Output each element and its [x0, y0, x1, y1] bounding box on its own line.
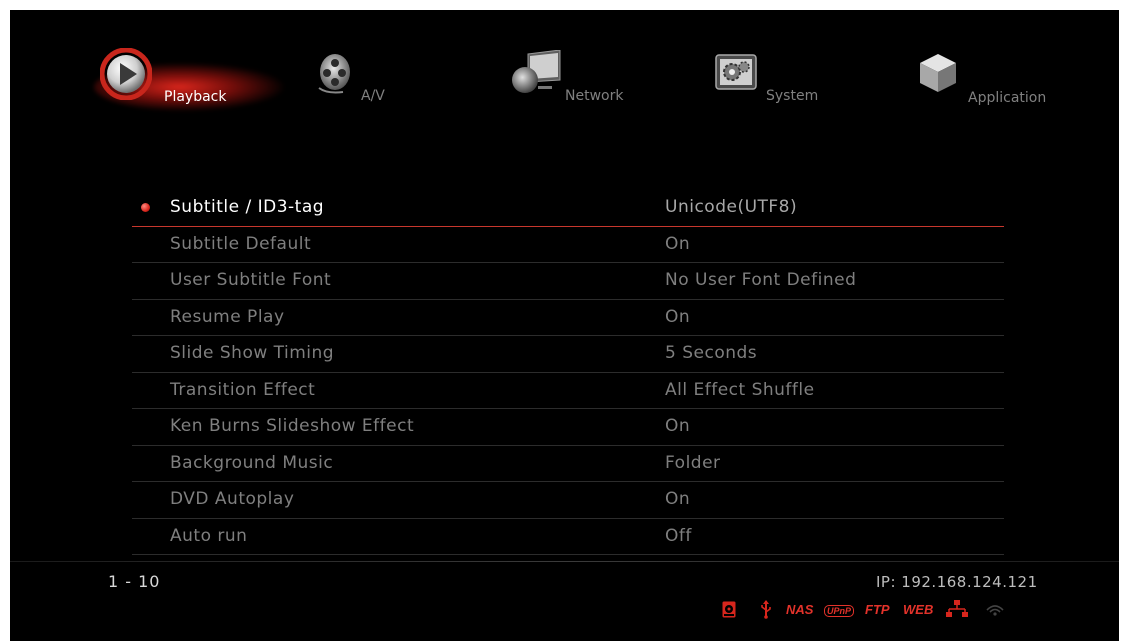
setting-row-dvd-autoplay[interactable]: DVD Autoplay On	[132, 482, 1004, 519]
footer-divider	[10, 561, 1119, 562]
setting-row-auto-run[interactable]: Auto run Off	[132, 519, 1004, 555]
network-monitor-icon	[510, 49, 562, 96]
settings-list: Subtitle / ID3-tag Unicode(UTF8) Subtitl…	[132, 190, 1004, 555]
setting-label: Slide Show Timing	[170, 343, 335, 363]
setting-value: 5 Seconds	[665, 343, 758, 363]
setting-row-ken-burns-slideshow-effect[interactable]: Ken Burns Slideshow Effect On	[132, 409, 1004, 446]
ip-address: IP: 192.168.124.121	[876, 573, 1038, 591]
usb-icon	[760, 600, 772, 623]
tab-network[interactable]: Network	[510, 49, 630, 110]
tab-label: System	[766, 88, 819, 104]
system-gear-icon	[715, 54, 757, 90]
hdd-icon	[722, 601, 736, 622]
setting-row-resume-play[interactable]: Resume Play On	[132, 300, 1004, 336]
web-status: WEB	[903, 602, 934, 617]
nas-status: NAS	[786, 602, 814, 617]
setting-label: Resume Play	[170, 306, 285, 327]
setting-row-transition-effect[interactable]: Transition Effect All Effect Shuffle	[132, 373, 1004, 409]
play-icon	[99, 47, 153, 101]
setting-value: On	[665, 233, 691, 254]
setting-value: On	[665, 489, 691, 509]
page-range: 1 - 10	[108, 572, 161, 591]
settings-screen: Playback A/V Network System Application …	[10, 10, 1119, 641]
setting-value: Unicode(UTF8)	[665, 197, 798, 217]
application-cube-icon	[918, 52, 958, 94]
tab-av[interactable]: A/V	[313, 50, 403, 110]
setting-label: User Subtitle Font	[170, 270, 332, 290]
tab-application[interactable]: Application	[918, 52, 1068, 112]
setting-value: On	[665, 306, 691, 327]
setting-row-slide-show-timing[interactable]: Slide Show Timing 5 Seconds	[132, 336, 1004, 373]
film-reel-icon	[313, 50, 353, 96]
ftp-status: FTP	[865, 602, 890, 617]
setting-row-subtitle-default[interactable]: Subtitle Default On	[132, 227, 1004, 263]
setting-label: DVD Autoplay	[170, 489, 295, 509]
setting-label: Ken Burns Slideshow Effect	[170, 416, 415, 436]
tab-label: Network	[565, 88, 624, 104]
setting-row-user-subtitle-font[interactable]: User Subtitle Font No User Font Defined	[132, 263, 1004, 300]
tab-system[interactable]: System	[715, 54, 825, 114]
lan-icon	[946, 600, 968, 622]
tab-playback[interactable]: Playback	[94, 45, 296, 125]
setting-label: Auto run	[170, 525, 248, 546]
tab-label: A/V	[361, 88, 385, 104]
setting-label: Subtitle / ID3-tag	[170, 197, 325, 217]
wifi-icon	[985, 602, 1005, 621]
upnp-status: UPnP	[824, 605, 855, 617]
setting-label: Subtitle Default	[170, 233, 312, 254]
selection-bullet-icon	[141, 203, 150, 212]
setting-row-subtitle-id3-tag[interactable]: Subtitle / ID3-tag Unicode(UTF8)	[132, 190, 1004, 227]
setting-value: All Effect Shuffle	[665, 379, 815, 400]
setting-value: Off	[665, 525, 692, 546]
setting-value: No User Font Defined	[665, 270, 857, 290]
setting-row-background-music[interactable]: Background Music Folder	[132, 446, 1004, 482]
setting-label: Transition Effect	[170, 379, 316, 400]
top-nav: Playback A/V Network System Application	[10, 10, 1119, 150]
tab-label: Playback	[164, 89, 227, 105]
setting-value: On	[665, 416, 691, 436]
tab-label: Application	[968, 90, 1047, 106]
setting-label: Background Music	[170, 452, 334, 473]
setting-value: Folder	[665, 452, 721, 473]
